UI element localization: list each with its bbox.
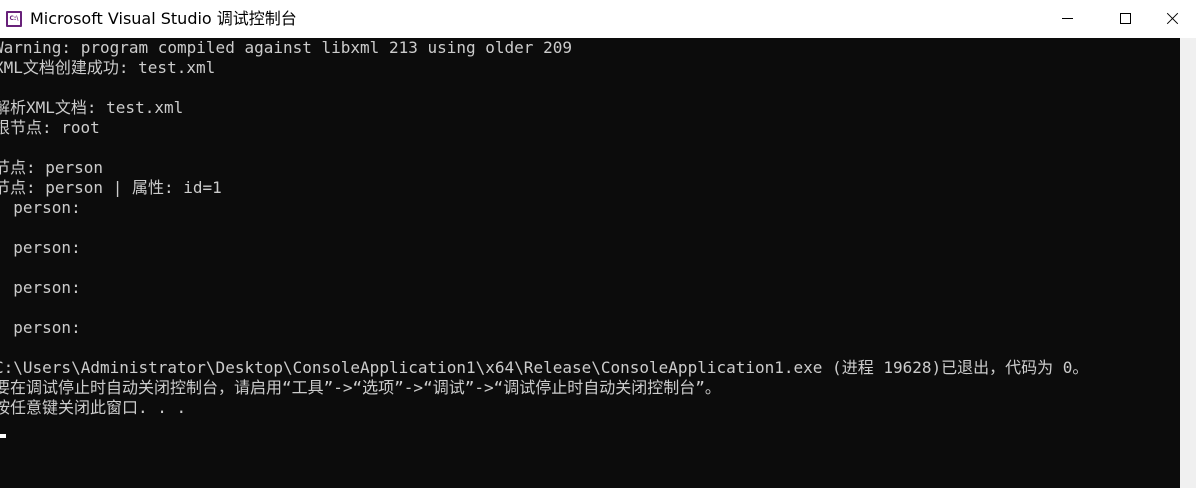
console-line: person: (0, 278, 81, 297)
visual-studio-console-icon: C:\ (6, 11, 22, 27)
close-icon (1167, 12, 1179, 24)
console-line: XML文档创建成功: test.xml (0, 58, 216, 77)
vertical-scrollbar[interactable] (1180, 38, 1196, 488)
minimize-button[interactable] (1044, 0, 1090, 38)
console-line: 节点: person | 属性: id=1 (0, 178, 222, 197)
console-line: C:\Users\Administrator\Desktop\ConsoleAp… (0, 358, 1089, 377)
console-output[interactable]: Warning: program compiled against libxml… (0, 38, 1180, 488)
console-line: person: (0, 238, 81, 257)
console-line: person: (0, 318, 81, 337)
console-line: 解析XML文档: test.xml (0, 98, 184, 117)
maximize-button[interactable] (1102, 0, 1148, 38)
scrollbar-thumb[interactable] (1184, 44, 1192, 344)
icon-label: C:\ (8, 13, 20, 25)
console-line: person: (0, 198, 81, 217)
console-line: 节点: person (0, 158, 104, 177)
console-line: 根节点: root (0, 118, 100, 137)
text-cursor (0, 434, 6, 438)
minimize-icon (1062, 18, 1073, 19)
console-window: C:\ Microsoft Visual Studio 调试控制台 Warnin… (0, 0, 1196, 488)
close-button[interactable] (1150, 0, 1196, 38)
console-line: 按任意键关闭此窗口. . . (0, 398, 187, 417)
title-bar[interactable]: C:\ Microsoft Visual Studio 调试控制台 (0, 0, 1196, 38)
window-title: Microsoft Visual Studio 调试控制台 (30, 9, 297, 28)
console-line: Warning: program compiled against libxml… (0, 38, 572, 57)
console-line: 要在调试停止时自动关闭控制台，请启用“工具”->“选项”->“调试”->“调试停… (0, 378, 721, 397)
maximize-icon (1120, 13, 1131, 24)
